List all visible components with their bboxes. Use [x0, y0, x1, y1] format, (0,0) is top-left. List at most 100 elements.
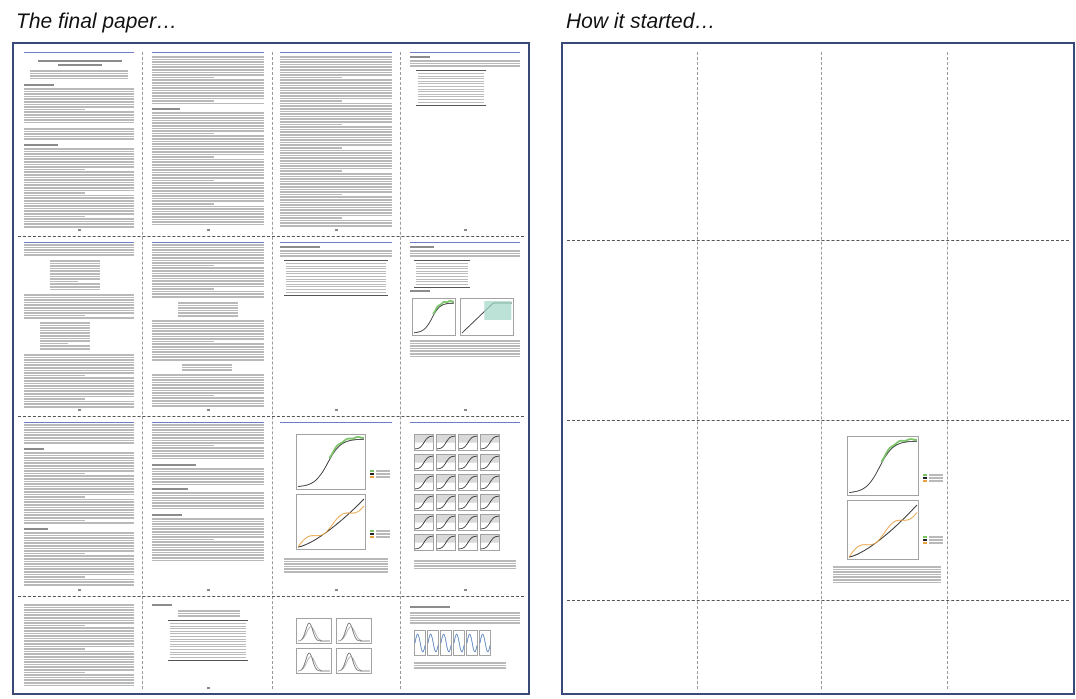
table-row	[416, 281, 468, 283]
legend-label	[929, 480, 943, 482]
text-line	[24, 630, 134, 632]
text-line	[24, 426, 134, 429]
table-row	[416, 276, 468, 277]
text-line	[152, 356, 264, 358]
text-line	[24, 617, 134, 619]
text-line	[24, 95, 134, 98]
text-line	[410, 340, 520, 342]
text-line	[152, 353, 264, 356]
text-line	[24, 637, 134, 640]
table-row	[170, 625, 246, 627]
text-line	[410, 252, 520, 255]
page-header-rule	[152, 52, 264, 53]
text-line	[152, 296, 264, 298]
text-line	[280, 255, 392, 257]
page-column-divider	[947, 52, 948, 689]
text-line	[152, 267, 264, 269]
page-header-rule	[24, 422, 134, 423]
text-line	[24, 249, 134, 251]
section-heading	[24, 84, 54, 86]
text-line	[152, 164, 264, 166]
final-paper-frame	[12, 42, 530, 695]
text-line	[152, 492, 264, 494]
text-line	[24, 111, 134, 113]
figure-plot	[458, 474, 478, 491]
text-line	[24, 218, 134, 220]
text-line	[24, 121, 134, 124]
text-line	[24, 614, 134, 616]
text-line	[152, 145, 264, 148]
text-line	[152, 195, 264, 197]
table-row	[170, 636, 246, 637]
text-line	[152, 322, 264, 325]
how-it-started-frame	[561, 42, 1075, 695]
figure-plot	[480, 454, 500, 471]
text-line	[178, 307, 238, 309]
page-number	[207, 589, 210, 591]
figure-plot	[458, 434, 478, 451]
text-line	[152, 525, 264, 528]
text-line	[280, 219, 392, 222]
page-header-rule	[24, 242, 134, 243]
text-line	[152, 275, 264, 277]
text-line	[50, 278, 100, 280]
text-line	[24, 547, 134, 550]
figure-plot	[480, 474, 500, 491]
text-line	[152, 277, 264, 280]
figure-plot	[453, 630, 465, 656]
page-row-divider	[18, 416, 524, 417]
text-line	[24, 189, 134, 192]
text-line	[24, 398, 85, 400]
page-number	[335, 409, 338, 411]
text-line	[40, 324, 90, 327]
table-row	[286, 278, 386, 280]
text-line	[414, 664, 506, 667]
text-line	[152, 102, 264, 105]
text-line	[152, 200, 264, 202]
text-line	[152, 405, 264, 407]
text-line	[152, 246, 264, 249]
text-line	[182, 364, 232, 366]
text-line	[152, 223, 264, 226]
text-line	[280, 225, 392, 227]
text-line	[24, 581, 134, 583]
text-line	[152, 557, 264, 559]
text-line	[50, 267, 100, 270]
table	[416, 70, 486, 107]
text-line	[280, 250, 392, 252]
text-line	[152, 531, 264, 533]
text-line	[24, 166, 134, 168]
page-header-rule	[280, 52, 392, 53]
text-line	[24, 385, 134, 387]
figure-plot	[440, 630, 452, 656]
text-line	[24, 119, 134, 121]
text-line	[152, 348, 264, 351]
text-line	[280, 204, 392, 206]
text-line	[24, 364, 134, 366]
text-line	[152, 439, 264, 442]
text-line	[280, 126, 392, 128]
text-line	[152, 259, 264, 262]
text-line	[152, 483, 264, 486]
text-line	[24, 128, 134, 130]
text-line	[152, 335, 264, 338]
text-line	[152, 117, 264, 119]
text-line	[280, 102, 392, 105]
table-row	[418, 88, 484, 90]
text-line	[152, 119, 264, 122]
paper-page-tables	[406, 50, 524, 234]
text-line	[152, 143, 264, 145]
text-line	[152, 457, 264, 460]
table-row	[416, 273, 468, 275]
text-line	[40, 348, 90, 350]
text-line	[178, 612, 240, 615]
text-line	[152, 290, 264, 293]
text-line	[152, 374, 264, 376]
text-line	[152, 122, 264, 124]
text-line	[24, 669, 134, 671]
text-line	[280, 66, 392, 68]
text-line	[24, 475, 134, 477]
legend-label	[929, 477, 943, 479]
text-line	[414, 562, 516, 565]
page-column-divider	[272, 52, 273, 689]
